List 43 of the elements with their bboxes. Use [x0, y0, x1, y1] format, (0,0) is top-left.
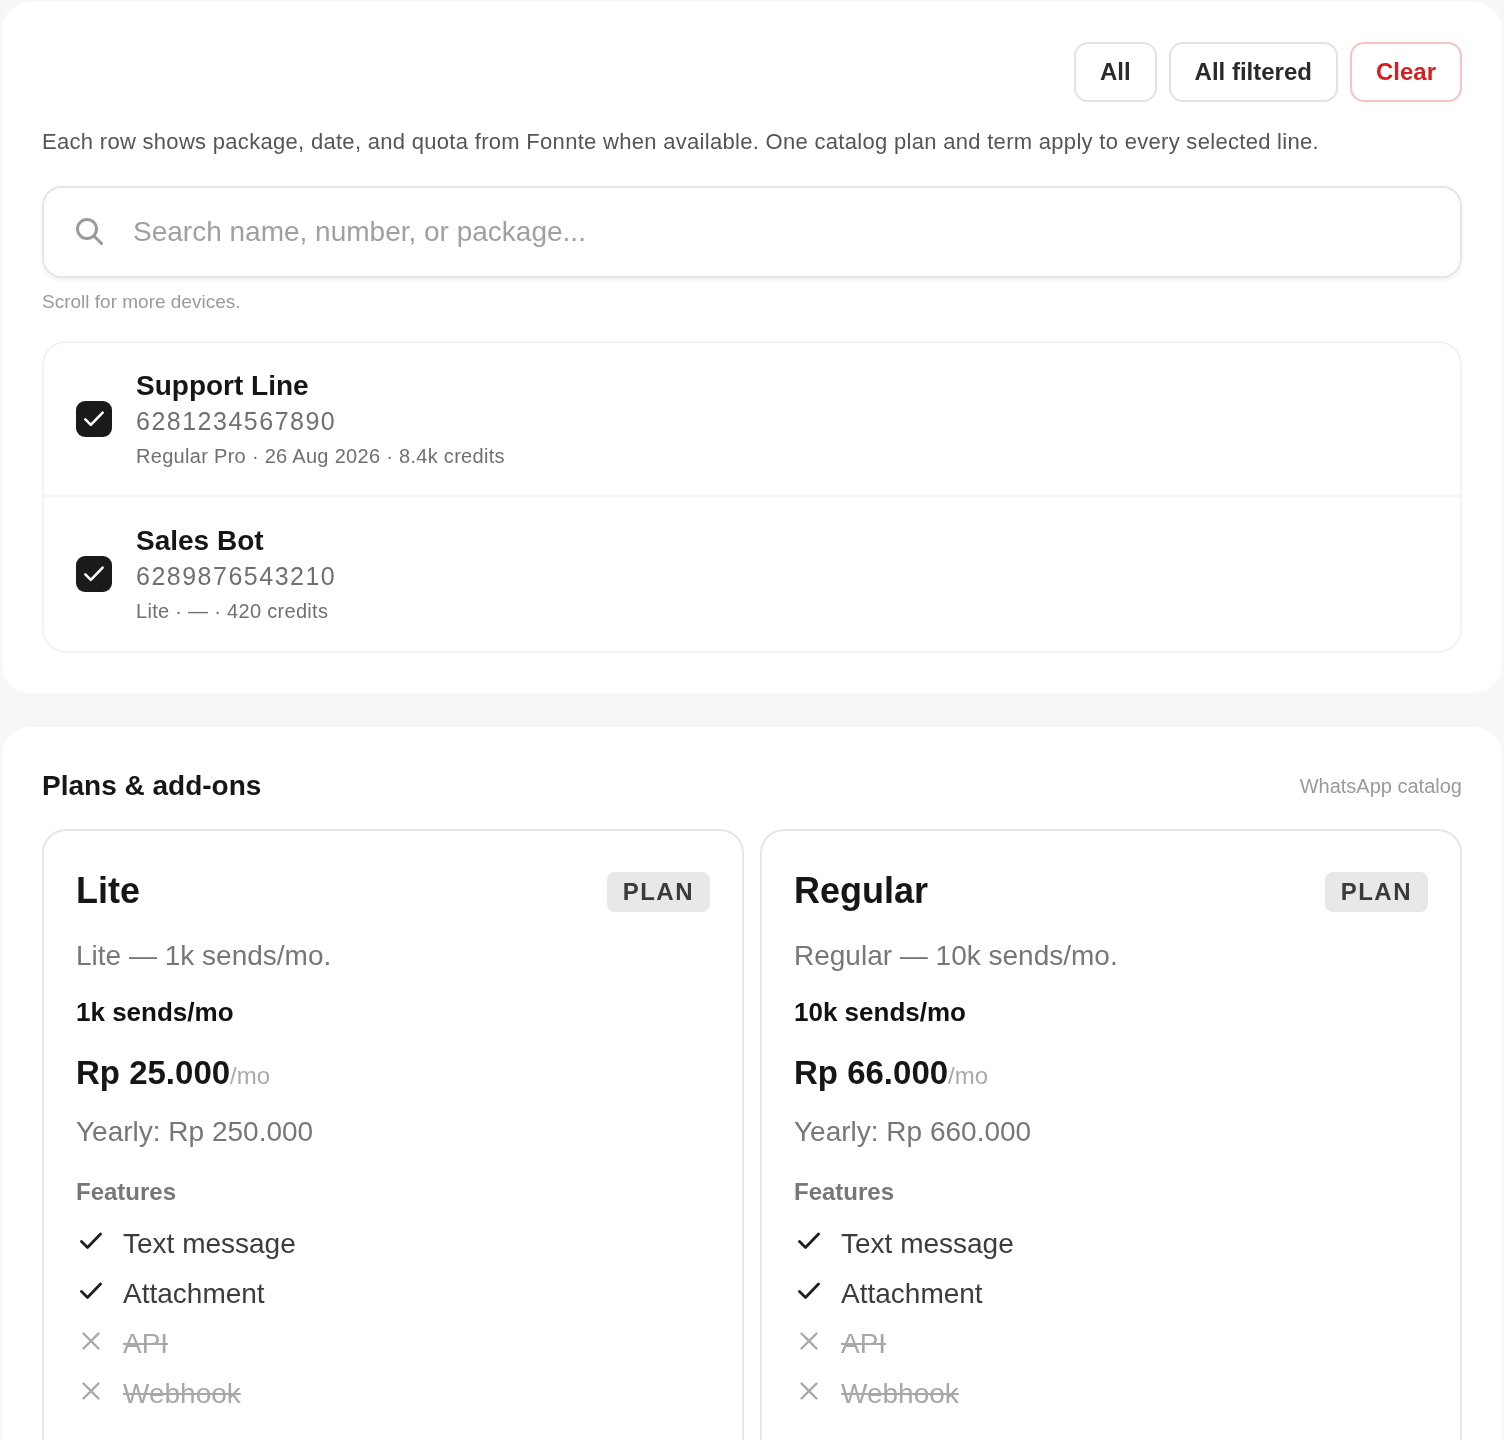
check-icon	[84, 411, 104, 427]
search-field[interactable]: Search name, number, or package...	[42, 186, 1462, 278]
device-details: Lite · — · 420 credits	[136, 599, 330, 624]
toolbar-button[interactable]: All filtered	[1168, 42, 1338, 102]
feature-label: Webhook	[841, 1377, 959, 1411]
device-number: 6289876543210	[136, 561, 337, 592]
checkbox[interactable]	[76, 556, 112, 592]
plan-price: Rp 25.000	[76, 1053, 231, 1093]
features-heading: Features	[794, 1177, 896, 1207]
checkbox[interactable]	[76, 401, 112, 437]
plan-description: Regular — 10k sends/mo.	[794, 939, 1119, 973]
price-period: /mo	[230, 1062, 271, 1091]
plan-description: Lite — 1k sends/mo.	[76, 939, 333, 973]
feature-label: Webhook	[123, 1377, 241, 1411]
check-icon	[84, 566, 104, 582]
yearly-price: Yearly: Rp 250.000	[76, 1115, 315, 1149]
plan-tag: PLAN	[606, 872, 710, 912]
plan-quota: 10k sends/mo	[794, 996, 967, 1029]
device-details: Regular Pro · 26 Aug 2026 · 8.4k credits	[136, 444, 505, 469]
feature-label: Text message	[841, 1227, 1014, 1261]
feature-label: Attachment	[841, 1277, 983, 1311]
feature-label: API	[123, 1327, 169, 1361]
feature-label: Attachment	[123, 1277, 265, 1311]
plan-name: Lite	[76, 869, 140, 913]
toolbar-button[interactable]: Clear	[1349, 42, 1462, 102]
feature-label: Text message	[123, 1227, 296, 1261]
section-subtitle: WhatsApp catalog	[1299, 774, 1462, 799]
price-period: /mo	[948, 1062, 989, 1091]
search-icon	[76, 218, 103, 245]
device-name: Support Line	[136, 369, 310, 403]
plan-name: Regular	[794, 869, 929, 913]
section-title: Plans & add-ons	[42, 769, 262, 803]
toolbar-button[interactable]: All	[1073, 42, 1157, 102]
description-text: Each row shows package, date, and quota from Fonnte when available. One catalog plan and term apply to every selected line.	[42, 128, 1320, 156]
hint-text: Scroll for more devices.	[42, 290, 242, 314]
device-number: 6281234567890	[136, 406, 338, 437]
yearly-price: Yearly: Rp 660.000	[794, 1115, 1033, 1149]
feature-label: API	[841, 1327, 887, 1361]
device-name: Sales Bot	[136, 524, 265, 558]
plan-price: Rp 66.000	[794, 1053, 949, 1093]
plan-tag: PLAN	[1324, 872, 1428, 912]
plan-quota: 1k sends/mo	[76, 996, 235, 1029]
features-heading: Features	[76, 1177, 178, 1207]
